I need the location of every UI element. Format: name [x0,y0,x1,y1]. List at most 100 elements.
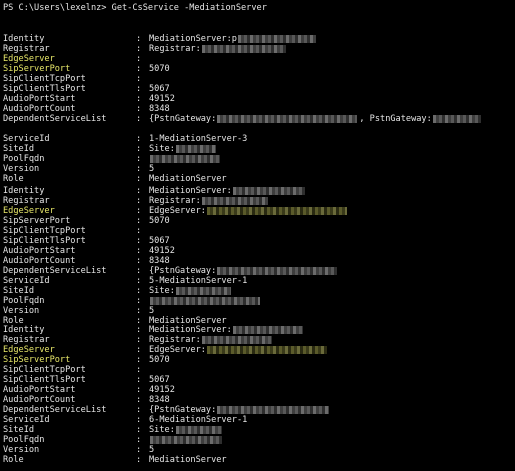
property-name: SipClientTcpPort [3,365,86,375]
property-value: 5067 [149,236,170,246]
separator: : [136,355,142,365]
property-name: ServiceId [3,276,50,286]
property-value: 49152 [149,246,175,256]
separator: : [136,306,142,316]
separator: : [136,435,142,445]
property-value: MediationServer:p [149,34,237,44]
property-name: ServiceId [3,134,50,144]
redacted-value [175,287,231,295]
property-name: Role [3,455,24,465]
separator: : [136,345,142,355]
property-value: Site: [149,286,175,296]
separator: : [136,84,142,94]
separator: : [136,385,142,395]
property-name: Version [3,164,40,174]
separator: : [136,216,142,226]
separator: : [136,266,142,276]
property-value: {PstnGateway: [149,266,217,276]
separator: : [136,445,142,455]
property-name: Identity [3,34,45,44]
property-value: 5067 [149,375,170,385]
property-value-extra: , PstnGateway: [359,114,432,124]
property-name: AudioPortStart [3,246,76,256]
separator: : [136,174,142,184]
property-name: AudioPortCount [3,395,76,405]
separator: : [136,286,142,296]
separator: : [136,226,142,236]
redacted-value [201,45,286,53]
separator: : [136,196,142,206]
property-name: AudioPortStart [3,94,76,104]
property-name: SipClientTlsPort [3,84,86,94]
property-value: 8348 [149,104,170,114]
separator: : [136,325,142,335]
property-name: Version [3,306,40,316]
separator: : [136,296,142,306]
property-value: {PstnGateway: [149,405,217,415]
redacted-value [217,115,358,123]
property-name: Identity [3,325,45,335]
separator: : [136,114,142,124]
property-value: 5070 [149,64,170,74]
redacted-value [432,115,481,123]
redacted-value [150,436,222,444]
property-value: 5 [149,445,155,455]
property-name: ServiceId [3,415,50,425]
property-name: SipServerPort [3,216,71,226]
redacted-value [206,207,347,215]
property-value: EdgeServer: [149,206,206,216]
property-value: 49152 [149,94,175,104]
redacted-value [175,426,222,434]
separator: : [136,94,142,104]
property-value: Site: [149,425,175,435]
property-value: 8348 [149,256,170,266]
property-value: MediationServer: [149,325,232,335]
property-name: DependentServiceList [3,405,107,415]
separator: : [136,415,142,425]
property-name: PoolFqdn [3,296,45,306]
redacted-value [150,297,260,305]
separator: : [136,134,142,144]
separator: : [136,34,142,44]
redacted-value [201,336,272,344]
separator: : [136,186,142,196]
property-name: AudioPortCount [3,256,76,266]
property-name: SipServerPort [3,355,71,365]
property-name: Registrar [3,44,50,54]
property-value: 1-MediationServer-3 [149,134,248,144]
property-value: 8348 [149,395,170,405]
property-value: 49152 [149,385,175,395]
separator: : [136,154,142,164]
redacted-value [238,35,317,43]
property-value: {PstnGateway: [149,114,217,124]
property-name: SipClientTlsPort [3,375,86,385]
property-name: Registrar [3,196,50,206]
property-name: SipServerPort [3,64,71,74]
property-value: Site: [149,144,175,154]
separator: : [136,455,142,465]
separator: : [136,164,142,174]
property-value: Registrar: [149,196,201,206]
property-name: DependentServiceList [3,114,107,124]
redacted-value [175,145,216,153]
separator: : [136,74,142,84]
property-name: Registrar [3,335,50,345]
separator: : [136,54,142,64]
property-name: AudioPortStart [3,385,76,395]
separator: : [136,425,142,435]
property-name: Version [3,445,40,455]
property-value: MediationServer [149,455,227,465]
property-name: SipClientTcpPort [3,74,86,84]
redacted-value [217,406,330,414]
property-name: SipClientTlsPort [3,236,86,246]
property-name: Role [3,174,24,184]
separator: : [136,335,142,345]
separator: : [136,206,142,216]
property-name: Identity [3,186,45,196]
powershell-console[interactable]: PS C:\Users\lexelnz> Get-CsService -Medi… [0,0,515,471]
separator: : [136,256,142,266]
command-prompt: PS C:\Users\lexelnz> Get-CsService -Medi… [3,3,267,13]
separator: : [136,144,142,154]
redacted-value [232,326,303,334]
property-name: EdgeServer [3,54,55,64]
